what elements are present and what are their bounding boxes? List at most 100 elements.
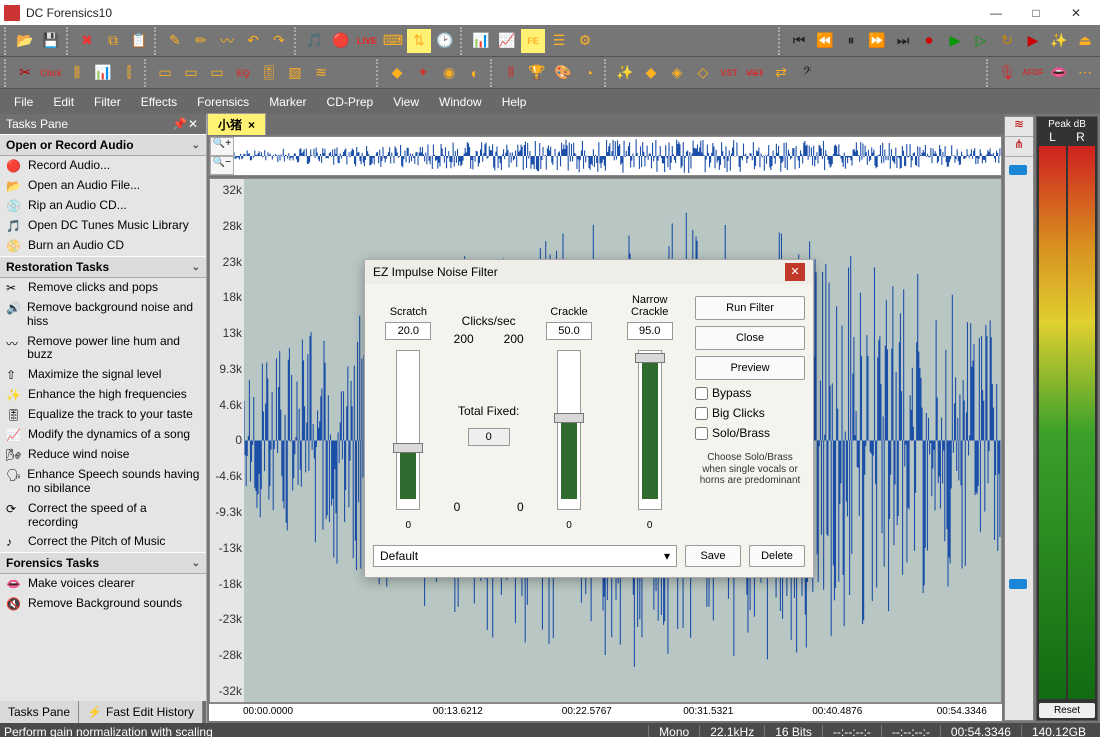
fe-icon[interactable]: FE (521, 29, 545, 53)
play-green-icon[interactable]: ▶ (943, 29, 967, 53)
close-window-button[interactable]: ✕ (1056, 0, 1096, 25)
chart2-icon[interactable]: 📈 (495, 29, 519, 53)
arrows-icon[interactable]: ⇅ (407, 29, 431, 53)
dial-icon[interactable]: ◔ (577, 61, 601, 85)
menu-file[interactable]: File (4, 91, 43, 113)
scissors-icon[interactable]: ✂ (13, 61, 37, 85)
task-item[interactable]: 🎵Open DC Tunes Music Library (0, 216, 206, 236)
menu-filter[interactable]: Filter (84, 91, 131, 113)
afdf-icon[interactable]: AFDF (1021, 61, 1045, 85)
bars2-icon[interactable]: 📊 (91, 61, 115, 85)
task-item[interactable]: 🔊Remove background noise and hiss (0, 298, 206, 332)
close-pane-icon[interactable]: ✕ (186, 117, 200, 131)
menu-forensics[interactable]: Forensics (187, 91, 259, 113)
music-icon[interactable]: 🎵 (303, 29, 327, 53)
task-item[interactable]: 🔇Remove Background sounds (0, 594, 206, 614)
task-item[interactable]: 📈Modify the dynamics of a song (0, 425, 206, 445)
save-icon[interactable]: 💾 (39, 29, 63, 53)
waveform-view[interactable]: EZ Impulse Noise Filter ✕ Scratch 20.0 (244, 179, 1001, 702)
close-button[interactable]: Close (695, 326, 805, 350)
box2-icon[interactable]: ▭ (179, 61, 203, 85)
pencil-icon[interactable]: ✏ (189, 29, 213, 53)
save-preset-button[interactable]: Save (685, 545, 741, 567)
bypass-checkbox[interactable]: Bypass (695, 386, 805, 400)
run-filter-button[interactable]: Run Filter (695, 296, 805, 320)
dialog-close-button[interactable]: ✕ (785, 263, 805, 281)
lines-icon[interactable]: ≋ (309, 61, 333, 85)
file-tab[interactable]: 小猪 × (207, 113, 266, 135)
last-icon[interactable]: ⋯ (1073, 61, 1097, 85)
meter-reset-button[interactable]: Reset (1039, 703, 1095, 718)
rec-button-icon[interactable]: ⏺ (917, 29, 941, 53)
play2-icon[interactable]: ▷ (969, 29, 993, 53)
fx6-icon[interactable]: ◈ (665, 61, 689, 85)
vst-icon[interactable]: VST (717, 61, 741, 85)
fx3-icon[interactable]: ◉ (437, 61, 461, 85)
crackle-value[interactable]: 50.0 (546, 322, 592, 340)
task-item[interactable]: 📂Open an Audio File... (0, 176, 206, 196)
solobrass-checkbox[interactable]: Solo/Brass (695, 426, 805, 440)
menu-marker[interactable]: Marker (259, 91, 316, 113)
preview-button[interactable]: Preview (695, 356, 805, 380)
pin-icon[interactable]: 📌 (172, 117, 186, 131)
task-item[interactable]: 🔴Record Audio... (0, 156, 206, 176)
menu-cdprep[interactable]: CD-Prep (317, 91, 384, 113)
copy-icon[interactable]: ⧉ (101, 29, 125, 53)
lips-icon[interactable]: 👄 (1047, 61, 1071, 85)
right-vslider-2[interactable] (1005, 439, 1033, 721)
task-item[interactable]: 🌬Reduce wind noise (0, 445, 206, 465)
section-restoration[interactable]: Restoration Tasks⌄ (0, 256, 206, 278)
delete-preset-button[interactable]: Delete (749, 545, 805, 567)
zoom-in-button[interactable]: 🔍+ (210, 137, 234, 156)
list-icon[interactable]: ☰ (547, 29, 571, 53)
task-item[interactable]: ⟳Correct the speed of a recording (0, 499, 206, 533)
task-item[interactable]: ♪Correct the Pitch of Music (0, 532, 206, 552)
task-item[interactable]: 💿Rip an Audio CD... (0, 196, 206, 216)
task-item[interactable]: 👄Make voices clearer (0, 574, 206, 594)
narrow-value[interactable]: 95.0 (627, 322, 673, 340)
rewind-icon[interactable]: ⏪ (813, 29, 837, 53)
click-icon[interactable]: Click (39, 61, 63, 85)
scratch-value[interactable]: 20.0 (385, 322, 431, 340)
maximize-button[interactable]: □ (1016, 0, 1056, 25)
cut-icon[interactable]: ✖ (75, 29, 99, 53)
chart1-icon[interactable]: 📊 (469, 29, 493, 53)
live-icon[interactable]: LIVE (355, 29, 379, 53)
overview-waveform[interactable] (234, 137, 1001, 175)
bars1-icon[interactable]: ⫼ (65, 61, 89, 85)
swap-icon[interactable]: ⇄ (769, 61, 793, 85)
menu-window[interactable]: Window (429, 91, 492, 113)
paste-icon[interactable]: 📋 (127, 29, 151, 53)
task-item[interactable]: ⇧Maximize the signal level (0, 365, 206, 385)
task-item[interactable]: 🎚Equalize the track to your taste (0, 405, 206, 425)
record-icon[interactable]: 🔴 (329, 29, 353, 53)
narrow-slider[interactable] (638, 350, 662, 510)
loop-icon[interactable]: ↻ (995, 29, 1019, 53)
fx2-icon[interactable]: ✦ (411, 61, 435, 85)
zoom-out-button[interactable]: 🔍− (210, 156, 234, 175)
menu-effects[interactable]: Effects (131, 91, 187, 113)
tab-tasks-pane[interactable]: Tasks Pane (0, 701, 79, 723)
bars3-icon[interactable]: ⫿ (117, 61, 141, 85)
bass-clef-icon[interactable]: 𝄢 (795, 61, 819, 85)
fx1-icon[interactable]: ◆ (385, 61, 409, 85)
section-forensics[interactable]: Forensics Tasks⌄ (0, 552, 206, 574)
wand-icon[interactable]: ✨ (613, 61, 637, 85)
trophy-icon[interactable]: 🏆 (525, 61, 549, 85)
mini-btn-1[interactable]: ≋ (1005, 117, 1033, 137)
eject-icon[interactable]: ⏏ (1073, 29, 1097, 53)
right-vslider-1[interactable] (1005, 157, 1033, 439)
crackle-slider[interactable] (557, 350, 581, 510)
gear-icon[interactable]: ⚙ (573, 29, 597, 53)
mic-icon[interactable]: 🎙 (995, 61, 1019, 85)
skip-start-icon[interactable]: ⏮ (787, 29, 811, 53)
preset-dropdown[interactable]: Default▾ (373, 545, 677, 567)
palette-icon[interactable]: 🎨 (551, 61, 575, 85)
pause-icon[interactable]: ⏸ (839, 29, 863, 53)
fastfwd-icon[interactable]: ⏩ (865, 29, 889, 53)
vst-strike-icon[interactable]: VST (743, 61, 767, 85)
task-item[interactable]: ✨Enhance the high frequencies (0, 385, 206, 405)
sliders-icon[interactable]: 🎚 (257, 61, 281, 85)
clock-icon[interactable]: 🕑 (433, 29, 457, 53)
file-tab-close-icon[interactable]: × (248, 118, 255, 132)
